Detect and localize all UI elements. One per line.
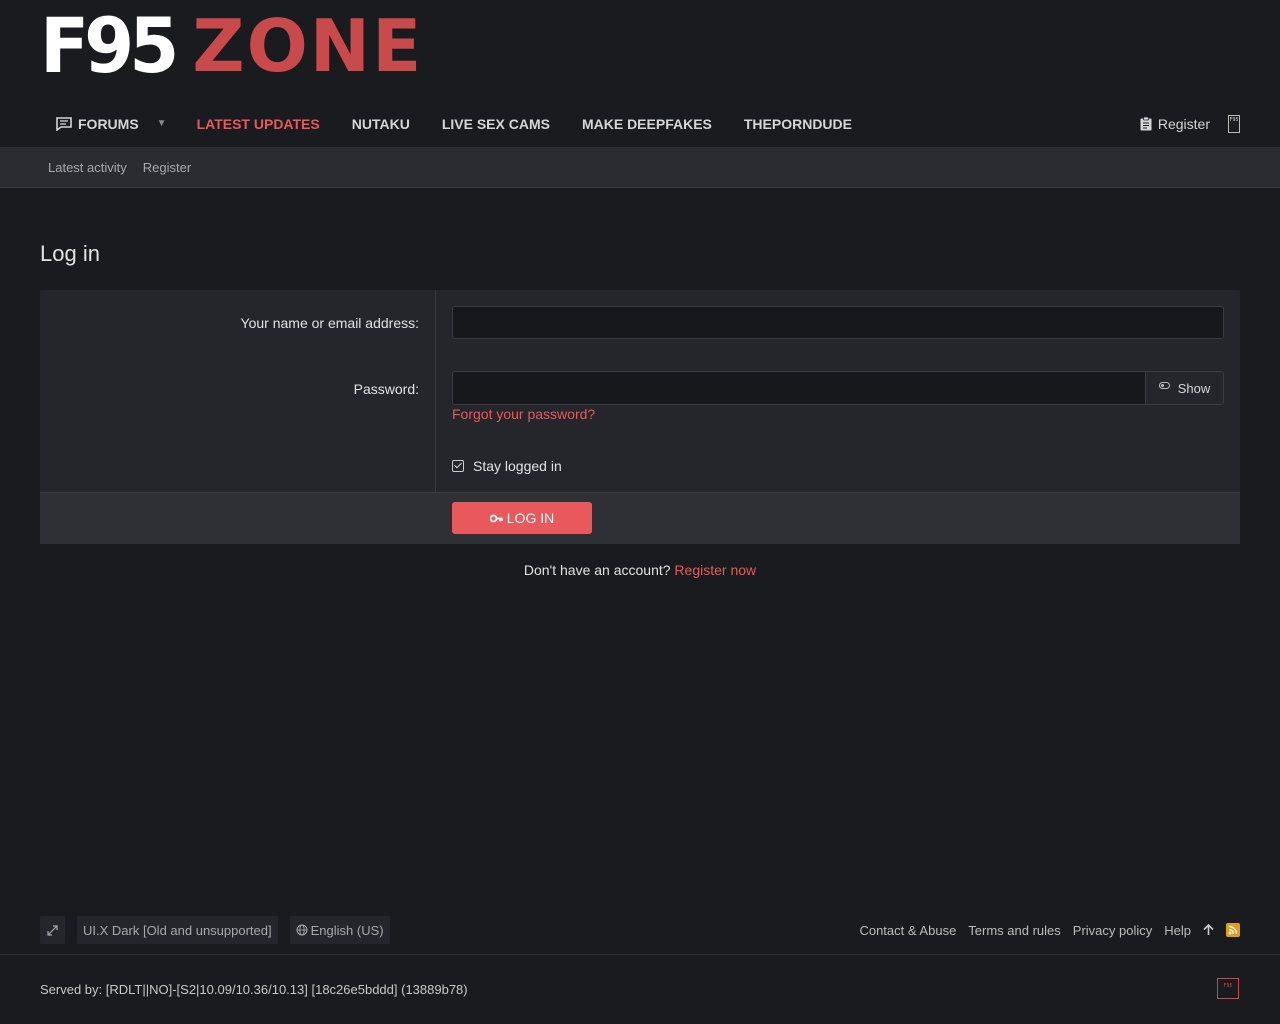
nav-user-area: Register F95 (1140, 100, 1240, 147)
name-or-email-input[interactable] (452, 306, 1224, 339)
login-form: Your name or email address: Password: Sh… (40, 290, 1240, 544)
checkbox-checked-icon (452, 460, 464, 472)
site-logo[interactable]: F95 ZONE (40, 1, 424, 91)
register-clipboard-icon (1140, 116, 1152, 130)
subnav-latest-activity[interactable]: Latest activity (48, 160, 127, 175)
main-nav: FORUMS ▼ LATEST UPDATES NUTAKU LIVE SEX … (0, 100, 1280, 147)
nav-register-link[interactable]: Register (1140, 116, 1210, 132)
arrow-up-icon[interactable] (1203, 924, 1214, 936)
register-prompt: Don't have an account? Register now (523, 562, 757, 578)
forums-dropdown-caret[interactable]: ▼ (157, 118, 167, 129)
show-password-button[interactable]: Show (1146, 371, 1224, 405)
nav-item-make-deepfakes[interactable]: MAKE DEEPFAKES (582, 100, 712, 147)
rss-icon[interactable] (1226, 923, 1240, 937)
footer-link-help[interactable]: Help (1164, 923, 1191, 938)
toggle-icon (1158, 381, 1170, 389)
subnav-register[interactable]: Register (143, 160, 191, 175)
form-footer (40, 493, 1240, 544)
style-chooser[interactable]: UI.X Dark [Old and unsupported] (77, 916, 278, 944)
forgot-password-link[interactable]: Forgot your password? (452, 406, 595, 422)
globe-icon (296, 924, 308, 936)
footer-link-contact[interactable]: Contact & Abuse (859, 923, 956, 938)
key-icon (489, 514, 503, 522)
language-chooser[interactable]: English (US) (289, 916, 390, 944)
form-divider-vertical (435, 290, 436, 492)
expand-icon (47, 924, 58, 936)
footer-link-terms[interactable]: Terms and rules (968, 923, 1060, 938)
name-label: Your name or email address: (240, 315, 419, 331)
password-group: Show (452, 371, 1224, 405)
logo-f95-text: F95 (40, 1, 179, 91)
footer-link-privacy[interactable]: Privacy policy (1073, 923, 1152, 938)
page-title: Log in (40, 241, 100, 266)
expand-width-button[interactable] (40, 916, 65, 944)
footer-divider (0, 954, 1280, 955)
forums-icon (56, 116, 72, 131)
logo-zone-text: ZONE (192, 4, 424, 88)
nav-item-forums[interactable]: FORUMS (56, 100, 139, 147)
register-now-link[interactable]: Register now (674, 562, 756, 578)
password-input[interactable] (452, 371, 1146, 405)
log-in-button[interactable]: LOG IN (452, 502, 592, 534)
nav-item-theporndude[interactable]: THEPORNDUDE (744, 100, 852, 147)
f95-mini-logo-icon[interactable]: F95 (1228, 114, 1240, 133)
footer-links: Contact & Abuse Terms and rules Privacy … (847, 916, 1240, 944)
f95-footer-logo-icon: F95 (1217, 978, 1239, 999)
footer-bar: UI.X Dark [Old and unsupported] English … (40, 916, 1240, 944)
nav-item-nutaku[interactable]: NUTAKU (352, 100, 410, 147)
nav-item-latest-updates[interactable]: LATEST UPDATES (197, 100, 320, 147)
served-by-text: Served by: [RDLT||NO]-[S2|10.09/10.36/10… (40, 982, 468, 997)
nav-item-live-sex-cams[interactable]: LIVE SEX CAMS (442, 100, 550, 147)
sub-nav: Latest activity Register (0, 147, 1280, 188)
password-label: Password: (353, 381, 419, 397)
site-header: F95 ZONE (0, 0, 1280, 100)
stay-logged-in-checkbox[interactable]: Stay logged in (452, 458, 562, 474)
